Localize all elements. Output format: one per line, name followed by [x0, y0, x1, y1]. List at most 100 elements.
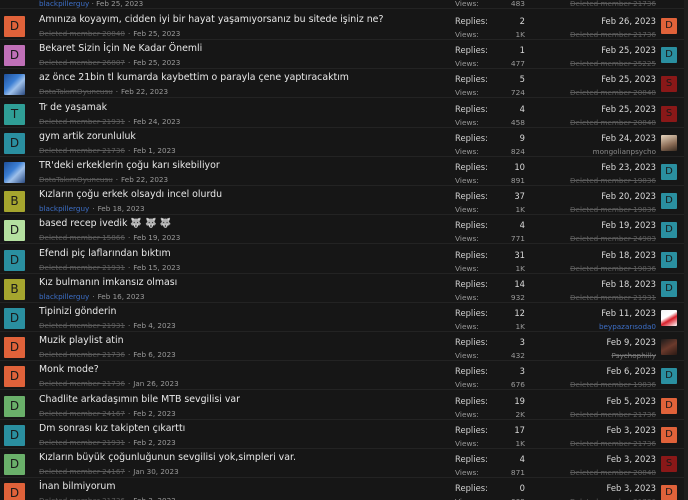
author-avatar[interactable]: D: [4, 132, 25, 154]
last-post-date[interactable]: Feb 19, 2023: [601, 220, 656, 230]
thread-title[interactable]: Kızların çoğu erkek olsaydı incel olurdu: [39, 189, 222, 200]
last-poster-avatar[interactable]: D: [661, 485, 677, 500]
thread-row[interactable]: D Efendi piç laflarından bıktım Deleted me…: [0, 245, 688, 274]
author-avatar[interactable]: [4, 74, 25, 96]
last-post-date[interactable]: Feb 25, 2023: [601, 74, 656, 84]
last-poster-avatar[interactable]: D: [661, 251, 677, 268]
last-poster[interactable]: Deleted member 19836: [570, 380, 656, 389]
last-post-date[interactable]: Feb 9, 2023: [607, 337, 656, 347]
thread-author[interactable]: Deleted member 24167: [39, 409, 125, 418]
last-poster-avatar[interactable]: D: [661, 47, 677, 64]
last-poster-avatar[interactable]: D: [661, 426, 677, 443]
thread-author[interactable]: Deleted member 21931: [39, 263, 125, 272]
last-post-date[interactable]: Feb 26, 2023: [601, 16, 656, 26]
thread-author[interactable]: Deleted member 21931: [39, 438, 125, 447]
last-poster[interactable]: Deleted member 25225: [570, 59, 656, 68]
last-poster[interactable]: Psychophilly: [612, 351, 656, 360]
last-poster-avatar[interactable]: [661, 339, 677, 356]
thread-author[interactable]: Deleted member 21736: [39, 146, 125, 155]
last-poster-avatar[interactable]: D: [661, 397, 677, 414]
thread-author[interactable]: blackpillerguy: [39, 0, 89, 8]
last-post-date[interactable]: Feb 23, 2023: [601, 162, 656, 172]
thread-title[interactable]: İnan bilmiyorum: [39, 481, 115, 492]
thread-author[interactable]: Deleted member 21736: [39, 350, 125, 359]
thread-author[interactable]: Deleted member 24167: [39, 467, 125, 476]
author-avatar[interactable]: D: [4, 308, 25, 329]
thread-author[interactable]: blackpillerguy: [39, 204, 89, 213]
last-poster[interactable]: Deleted member 19836: [570, 205, 656, 214]
last-poster[interactable]: Deleted member 21736: [570, 0, 656, 8]
thread-row[interactable]: D Muzik playlist atin Deleted member 21736…: [0, 332, 688, 362]
last-poster[interactable]: Deleted member 24983: [570, 234, 656, 243]
thread-row[interactable]: D Dm sonrası kız takipten çıkarttı Deleted…: [0, 420, 688, 449]
last-post-date[interactable]: Feb 6, 2023: [607, 366, 656, 376]
thread-title[interactable]: TR'deki erkeklerin çoğu karı sikebiliyor: [39, 160, 220, 171]
last-poster-avatar[interactable]: D: [661, 222, 677, 239]
author-avatar[interactable]: D: [4, 16, 25, 37]
thread-row[interactable]: D Chadlite arkadaşımın bile MTB sevgilisi…: [0, 391, 688, 420]
thread-title[interactable]: Muzik playlist atin: [39, 335, 124, 346]
thread-title[interactable]: Kız bulmanın imkansız olması: [39, 277, 177, 288]
thread-title[interactable]: Monk mode?: [39, 364, 99, 375]
last-poster[interactable]: Deleted member 20848: [570, 468, 656, 477]
author-avatar[interactable]: D: [4, 395, 25, 417]
thread-row[interactable]: T Tr de yaşamak Deleted member 21931 · Feb 2…: [0, 99, 688, 128]
last-poster-avatar[interactable]: D: [661, 164, 677, 180]
last-poster-avatar[interactable]: S: [661, 105, 677, 122]
thread-row[interactable]: D Kızların büyük çoğunluğunun sevgilisi y…: [0, 449, 688, 478]
thread-author[interactable]: Deleted member 21736: [39, 379, 125, 388]
last-poster[interactable]: Deleted member 19836: [570, 176, 656, 185]
last-poster[interactable]: Deleted member 21736: [570, 30, 656, 39]
last-poster-avatar[interactable]: D: [661, 18, 677, 34]
last-poster[interactable]: Deleted member 21736: [570, 439, 656, 448]
thread-row[interactable]: Dgym artik zorunluluk Deleted member 2173…: [0, 128, 688, 157]
author-avatar[interactable]: D: [4, 483, 25, 500]
thread-title[interactable]: Bekaret Sizin İçin Ne Kadar Önemli: [39, 43, 202, 54]
thread-title[interactable]: Efendi piç laflarından bıktım: [39, 248, 171, 259]
last-poster[interactable]: beypazarısoda0: [599, 322, 656, 331]
thread-author[interactable]: Deleted member 21736: [39, 496, 125, 500]
last-post-date[interactable]: Feb 24, 2023: [601, 133, 656, 143]
thread-author[interactable]: DotaTakımOyuncusu: [39, 87, 113, 96]
thread-title[interactable]: az önce 21bin tl kumarda kaybettim o par…: [39, 72, 349, 83]
thread-author[interactable]: Deleted member 26807: [39, 58, 125, 67]
thread-title[interactable]: gym artik zorunluluk: [39, 131, 136, 142]
last-post-date[interactable]: Feb 18, 2023: [601, 279, 656, 289]
thread-author[interactable]: Deleted member 20848: [39, 29, 125, 38]
last-post-date[interactable]: Feb 25, 2023: [601, 45, 656, 55]
thread-row[interactable]: D Bekaret Sizin İçin Ne Kadar Önemli Delet…: [0, 40, 688, 70]
thread-author[interactable]: DotaTakımOyuncusu: [39, 175, 113, 184]
last-poster-avatar[interactable]: [661, 310, 677, 326]
thread-author[interactable]: Deleted member 15866: [39, 233, 125, 242]
thread-title[interactable]: Tr de yaşamak: [39, 102, 107, 113]
author-avatar[interactable]: B: [4, 191, 25, 213]
thread-row[interactable]: az önce 21bin tl kumarda kaybettim o par…: [0, 69, 688, 99]
author-avatar[interactable]: D: [4, 337, 25, 359]
thread-author[interactable]: Deleted member 21931: [39, 321, 125, 330]
last-poster-avatar[interactable]: D: [661, 280, 677, 297]
thread-row[interactable]: D Monk mode? Deleted member 21736 · Jan 26, …: [0, 361, 688, 391]
author-avatar[interactable]: D: [4, 454, 25, 475]
last-post-date[interactable]: Feb 20, 2023: [601, 191, 656, 201]
last-poster-avatar[interactable]: D: [661, 368, 677, 385]
thread-row[interactable]: Dbased recep ivedik 🐺 🐺 🐺 Deleted member …: [0, 215, 688, 245]
author-avatar[interactable]: [4, 162, 25, 183]
thread-row[interactable]: D Tipinizi gönderin Deleted member 21931 · F…: [0, 303, 688, 332]
last-poster-avatar[interactable]: D: [661, 193, 677, 210]
thread-row-partial[interactable]: blackpillerguy · Feb 25, 2023 Views: 483…: [0, 0, 688, 9]
last-poster[interactable]: mongolianpsycho: [593, 147, 656, 156]
last-poster[interactable]: Deleted member 20848: [570, 118, 656, 127]
last-poster[interactable]: Deleted member 20848: [570, 88, 656, 97]
last-post-date[interactable]: Feb 25, 2023: [601, 104, 656, 114]
last-poster-avatar[interactable]: S: [661, 456, 677, 472]
author-avatar[interactable]: D: [4, 424, 25, 446]
thread-row[interactable]: Dİnan bilmiyorumDeleted member 21736·Feb…: [0, 478, 688, 500]
author-avatar[interactable]: D: [4, 366, 25, 388]
last-post-date[interactable]: Feb 11, 2023: [601, 308, 656, 318]
thread-title[interactable]: based recep ivedik 🐺 🐺 🐺: [39, 218, 171, 229]
thread-row[interactable]: B Kız bulmanın imkansız olması blackpiller…: [0, 274, 688, 303]
last-poster[interactable]: Deleted member 21736: [570, 410, 656, 419]
author-avatar[interactable]: B: [4, 278, 25, 300]
author-avatar[interactable]: D: [4, 249, 25, 271]
last-poster[interactable]: Deleted member 21931: [570, 293, 656, 302]
